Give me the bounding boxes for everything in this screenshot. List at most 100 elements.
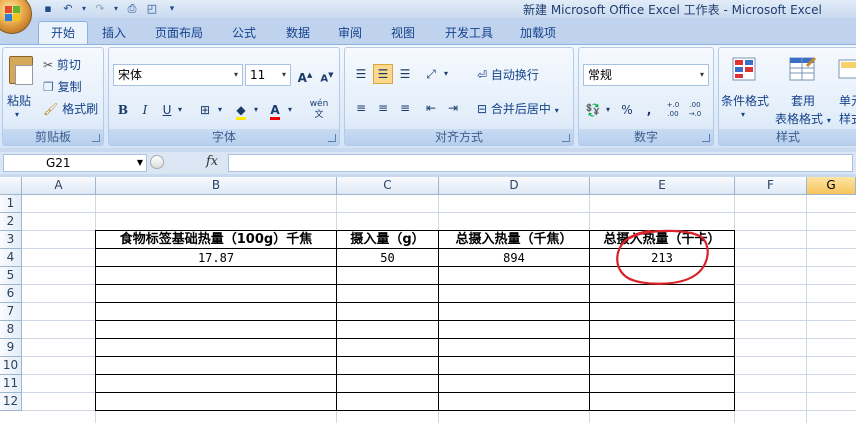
tab-review[interactable]: 审阅	[330, 22, 370, 44]
table-format-button[interactable]: 表格格式 ▾	[775, 110, 831, 127]
tab-view[interactable]: 视图	[383, 22, 423, 44]
paste-icon[interactable]	[9, 56, 33, 85]
format-painter-button[interactable]: 🖌 格式刷	[43, 100, 98, 117]
font-color-dropdown-icon[interactable]: ▾	[285, 100, 295, 120]
cut-button[interactable]: ✂ 剪切	[43, 56, 81, 73]
decrease-indent-button[interactable]: ⇤	[421, 98, 441, 118]
bold-button[interactable]: B	[113, 100, 133, 120]
italic-button[interactable]: I	[135, 100, 155, 120]
tab-insert[interactable]: 插入	[96, 22, 132, 44]
row-header[interactable]: 4	[0, 249, 22, 267]
tab-addins[interactable]: 加载项	[512, 22, 564, 44]
paste-button[interactable]: 粘贴	[7, 92, 31, 109]
cell-styles-label-1[interactable]: 单元	[839, 92, 856, 109]
clipboard-launcher-icon[interactable]	[92, 134, 100, 142]
row-header[interactable]: 1	[0, 195, 22, 213]
conditional-format-button[interactable]: 条件格式	[721, 92, 769, 109]
row-header[interactable]: 12	[0, 393, 22, 411]
column-header-f[interactable]: F	[735, 177, 807, 195]
align-center-button[interactable]: ≡	[373, 98, 393, 118]
column-header-e[interactable]: E	[590, 177, 735, 195]
currency-dropdown-icon[interactable]: ▾	[603, 100, 613, 120]
align-middle-button[interactable]: ☰	[373, 64, 393, 84]
worksheet-grid[interactable]: A B C D E F G 1 2 3 4 5 6 7 8 9 10 11 12…	[0, 177, 856, 423]
row-header[interactable]: 9	[0, 339, 22, 357]
row-header[interactable]: 7	[0, 303, 22, 321]
phonetic-button[interactable]: wén 文	[305, 98, 333, 122]
save-icon[interactable]: ▪	[40, 2, 56, 16]
wrap-text-button[interactable]: ⏎ 自动换行	[477, 66, 539, 83]
number-format-select[interactable]: 常规 ▾	[583, 64, 709, 86]
row-header[interactable]: 3	[0, 231, 22, 249]
cell-d4[interactable]: 894	[440, 249, 588, 267]
undo-dropdown-icon[interactable]: ▾	[80, 2, 88, 16]
orientation-dropdown-icon[interactable]: ▾	[441, 64, 451, 84]
border-button[interactable]: ⊞	[195, 100, 215, 120]
cell-e4[interactable]: 213	[591, 249, 733, 267]
customize-qat-icon[interactable]: ▾	[164, 2, 180, 16]
font-color-button[interactable]: A	[265, 100, 285, 120]
currency-button[interactable]: 💱	[583, 100, 603, 120]
column-header-d[interactable]: D	[439, 177, 590, 195]
fill-color-button[interactable]: ◆	[231, 100, 251, 120]
cell-b3[interactable]: 食物标签基础热量（100g）千焦	[97, 231, 335, 249]
row-header[interactable]: 8	[0, 321, 22, 339]
row-header[interactable]: 11	[0, 375, 22, 393]
table-border	[734, 230, 735, 411]
align-bottom-button[interactable]: ☰	[395, 64, 415, 84]
row-header[interactable]: 2	[0, 213, 22, 231]
tab-developer[interactable]: 开发工具	[438, 22, 500, 44]
increase-indent-button[interactable]: ⇥	[443, 98, 463, 118]
grow-font-button[interactable]: A▲	[295, 65, 315, 85]
column-header-g[interactable]: G	[807, 177, 856, 195]
cell-d3[interactable]: 总摄入热量（千焦）	[440, 231, 588, 249]
row-header[interactable]: 6	[0, 285, 22, 303]
name-box[interactable]: G21 ▼	[3, 154, 147, 172]
fill-color-dropdown-icon[interactable]: ▾	[251, 100, 261, 120]
cell-b4[interactable]: 17.87	[97, 249, 335, 267]
copy-button[interactable]: ❐ 复制	[43, 78, 82, 95]
table-format-label-1[interactable]: 套用	[791, 92, 815, 109]
cancel-circle-icon[interactable]	[150, 155, 164, 169]
underline-button[interactable]: U	[157, 100, 177, 120]
align-top-button[interactable]: ☰	[351, 64, 371, 84]
tab-page-layout[interactable]: 页面布局	[148, 22, 210, 44]
underline-dropdown-icon[interactable]: ▾	[175, 100, 185, 120]
undo-icon[interactable]: ↶	[60, 2, 76, 16]
print-preview-icon[interactable]: ◰	[144, 2, 160, 16]
insert-function-button[interactable]: fx	[206, 154, 218, 169]
merge-center-button[interactable]: ⊟ 合并后居中 ▾	[477, 100, 559, 117]
orientation-button[interactable]: ⤢	[421, 64, 441, 84]
row-header[interactable]: 5	[0, 267, 22, 285]
increase-decimal-button[interactable]: +.0 .00	[663, 100, 683, 120]
select-all-corner[interactable]	[0, 177, 22, 195]
align-left-button[interactable]: ≡	[351, 98, 371, 118]
align-right-button[interactable]: ≡	[395, 98, 415, 118]
font-size-select[interactable]: 11 ▾	[245, 64, 291, 86]
redo-dropdown-icon[interactable]: ▾	[112, 2, 120, 16]
font-name-select[interactable]: 宋体 ▾	[113, 64, 243, 86]
percent-button[interactable]: %	[617, 100, 637, 120]
column-header-a[interactable]: A	[22, 177, 96, 195]
font-launcher-icon[interactable]	[328, 134, 336, 142]
border-dropdown-icon[interactable]: ▾	[215, 100, 225, 120]
column-header-b[interactable]: B	[96, 177, 337, 195]
cell-e3[interactable]: 总摄入热量（千卡）	[591, 231, 733, 249]
cell-c4[interactable]: 50	[338, 249, 437, 267]
comma-button[interactable]: ,	[639, 100, 659, 120]
tab-home[interactable]: 开始	[38, 21, 88, 44]
alignment-launcher-icon[interactable]	[562, 134, 570, 142]
cell-styles-button[interactable]: 样式	[839, 110, 856, 127]
print-icon[interactable]: ⎙	[124, 2, 140, 16]
cell-c3[interactable]: 摄入量（g）	[338, 231, 437, 249]
tab-data[interactable]: 数据	[278, 22, 318, 44]
redo-icon[interactable]: ↷	[92, 2, 108, 16]
tab-formulas[interactable]: 公式	[224, 22, 264, 44]
number-launcher-icon[interactable]	[702, 134, 710, 142]
column-header-c[interactable]: C	[337, 177, 439, 195]
row-header[interactable]: 10	[0, 357, 22, 375]
shrink-font-button[interactable]: A▼	[317, 65, 337, 85]
decrease-decimal-button[interactable]: .00 →.0	[685, 100, 705, 120]
paste-dropdown-icon[interactable]: ▾	[15, 110, 19, 119]
formula-input[interactable]	[228, 154, 853, 172]
